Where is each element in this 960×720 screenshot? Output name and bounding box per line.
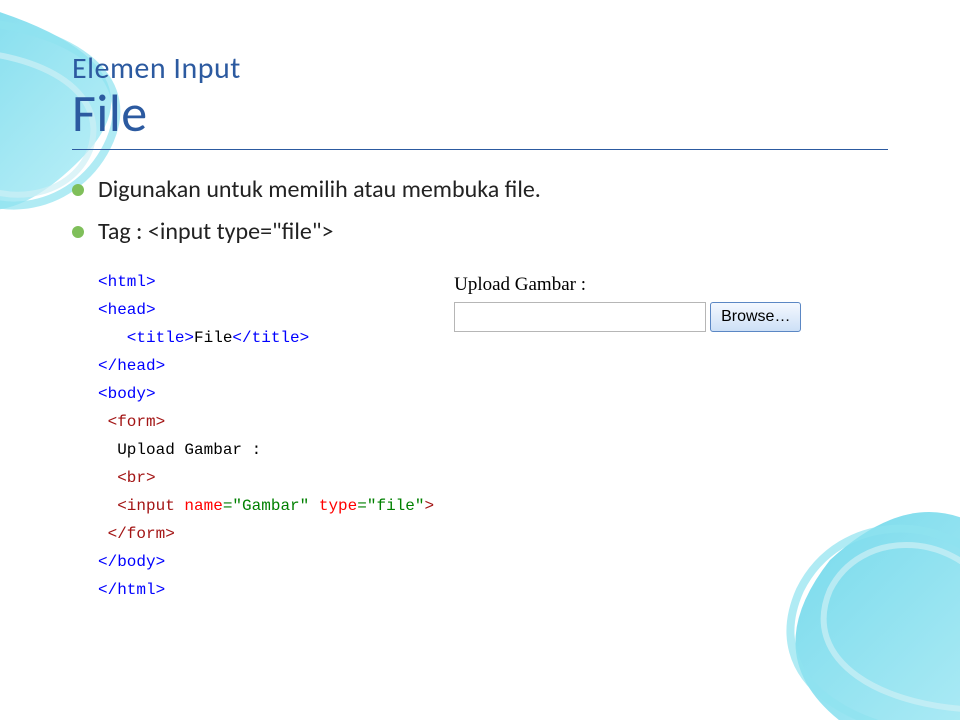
file-path-field[interactable]: [454, 302, 706, 332]
file-input-widget[interactable]: Browse…: [454, 302, 801, 332]
rendered-preview: Upload Gambar : Browse…: [454, 268, 801, 332]
slide-title: File: [72, 81, 888, 150]
code-example: <html> <head> <title>File</title> </head…: [72, 268, 434, 604]
upload-label: Upload Gambar :: [454, 274, 801, 296]
browse-button[interactable]: Browse…: [710, 302, 801, 332]
bullet-list: Digunakan untuk memilih atau membuka fil…: [72, 172, 888, 250]
bullet-item: Tag : <input type="file">: [72, 214, 888, 250]
bullet-item: Digunakan untuk memilih atau membuka fil…: [72, 172, 888, 208]
